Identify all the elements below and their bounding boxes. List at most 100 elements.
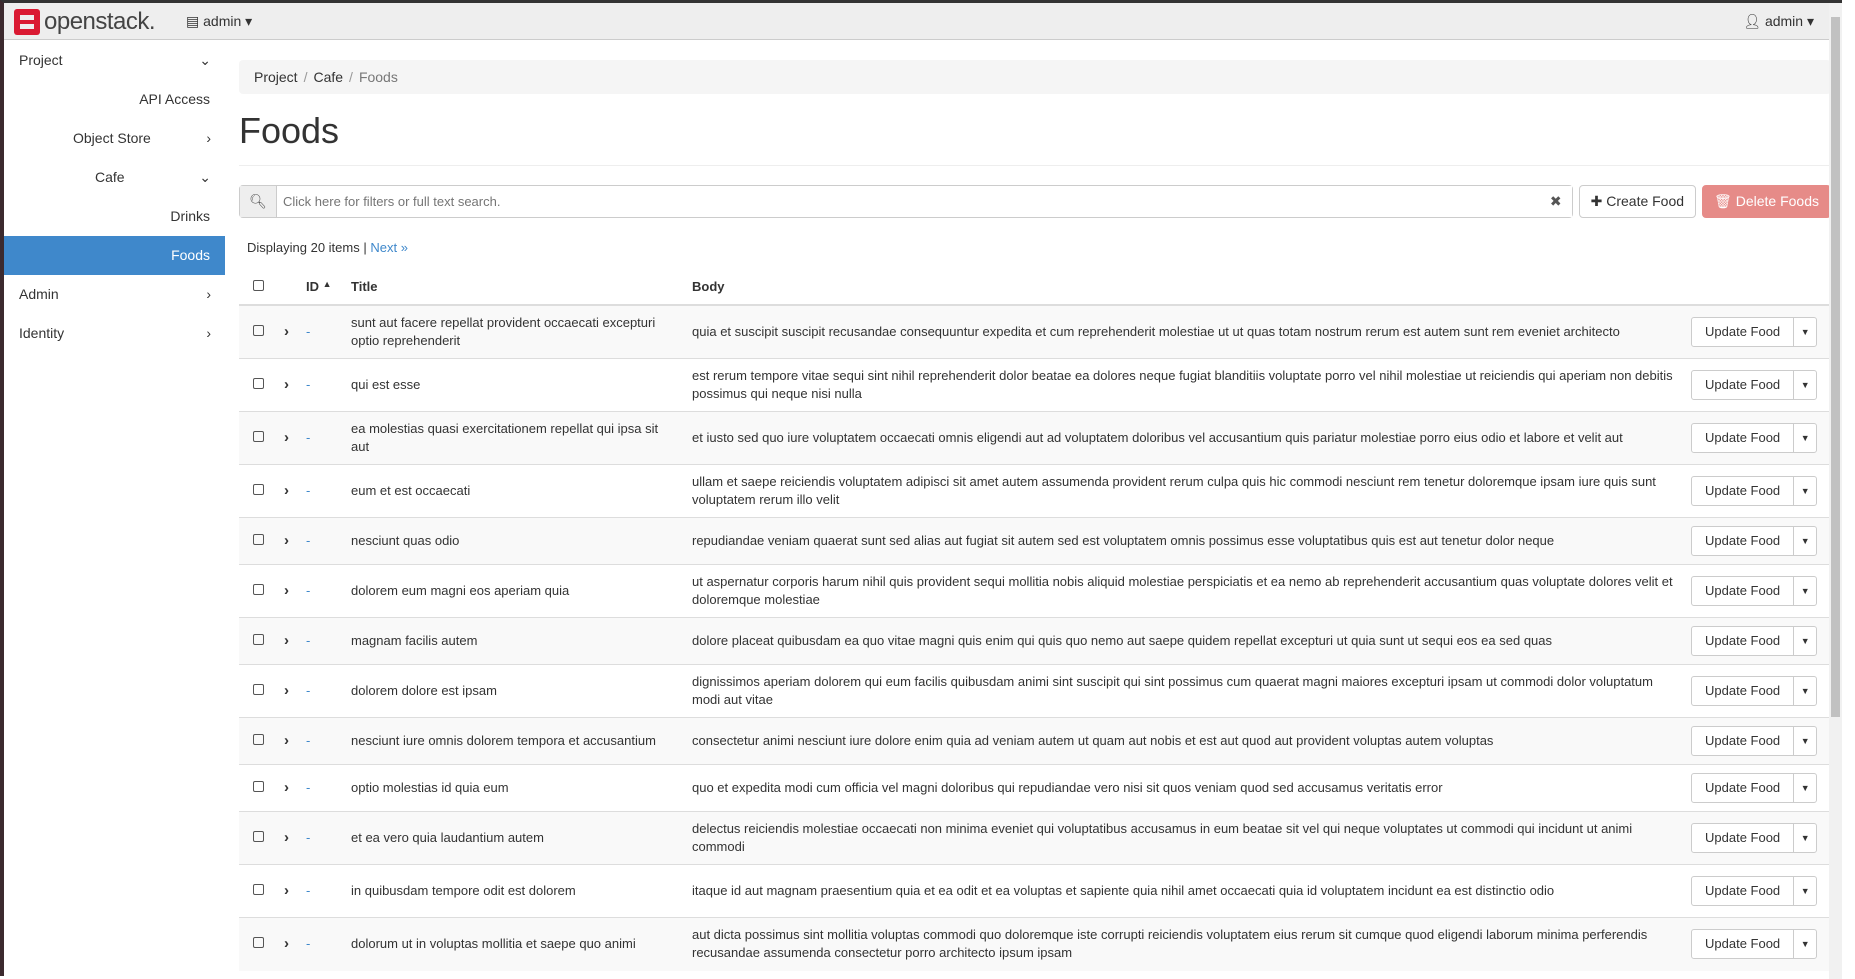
expand-row-chevron-icon[interactable]: ›	[284, 376, 289, 393]
row-actions-caret-icon[interactable]: ▼	[1794, 935, 1816, 953]
breadcrumb-cafe[interactable]: Cafe	[313, 69, 343, 85]
update-food-button[interactable]: Update Food	[1692, 877, 1795, 905]
column-body[interactable]: Body	[692, 269, 1691, 306]
expand-row-chevron-icon[interactable]: ›	[284, 429, 289, 446]
update-food-button[interactable]: Update Food	[1692, 727, 1795, 755]
row-actions-caret-icon[interactable]: ▼	[1794, 532, 1816, 550]
sort-asc-icon: ▲	[322, 279, 332, 289]
update-food-button[interactable]: Update Food	[1692, 371, 1795, 399]
trash-icon: 🗑︎	[1714, 193, 1732, 209]
expand-row-chevron-icon[interactable]: ›	[284, 682, 289, 699]
row-id[interactable]: -	[306, 780, 310, 795]
row-checkbox[interactable]	[253, 937, 264, 949]
update-food-button[interactable]: Update Food	[1692, 318, 1795, 346]
row-actions-caret-icon[interactable]: ▼	[1794, 323, 1816, 341]
expand-row-chevron-icon[interactable]: ›	[284, 323, 289, 340]
row-id[interactable]: -	[306, 830, 310, 845]
update-food-button[interactable]: Update Food	[1692, 527, 1795, 555]
row-checkbox[interactable]	[253, 431, 264, 442]
update-food-button[interactable]: Update Food	[1692, 627, 1795, 655]
row-actions-caret-icon[interactable]: ▼	[1794, 682, 1816, 700]
column-title[interactable]: Title	[351, 269, 692, 306]
sidebar-item-project[interactable]: Project ⌄	[4, 41, 225, 80]
project-name: admin	[203, 13, 242, 29]
row-checkbox[interactable]	[253, 884, 264, 895]
update-food-button[interactable]: Update Food	[1692, 677, 1795, 705]
expand-row-chevron-icon[interactable]: ›	[284, 532, 289, 549]
create-food-button[interactable]: ✚ Create Food	[1578, 185, 1697, 218]
row-actions-caret-icon[interactable]: ▼	[1794, 429, 1816, 447]
row-id[interactable]: -	[306, 483, 310, 498]
select-all-checkbox[interactable]	[253, 280, 264, 291]
user-icon: 👤︎	[1743, 13, 1762, 29]
sidebar-item-object-store[interactable]: Object Store ›	[4, 119, 225, 158]
expand-row-chevron-icon[interactable]: ›	[284, 482, 289, 499]
sidebar-item-admin[interactable]: Admin ›	[4, 275, 225, 314]
user-menu[interactable]: 👤︎ admin ▾	[1743, 13, 1814, 30]
search-input[interactable]	[277, 186, 1572, 217]
update-food-button-group: Update Food ▼	[1691, 773, 1818, 803]
column-id[interactable]: ID ▲	[306, 269, 351, 306]
row-checkbox[interactable]	[253, 634, 264, 645]
row-actions-caret-icon[interactable]: ▼	[1794, 632, 1816, 650]
row-checkbox[interactable]	[253, 534, 264, 545]
openstack-logo-icon	[14, 9, 40, 35]
expand-row-chevron-icon[interactable]: ›	[284, 582, 289, 599]
update-food-button[interactable]: Update Food	[1692, 930, 1795, 959]
expand-row-chevron-icon[interactable]: ›	[284, 829, 289, 846]
row-actions-caret-icon[interactable]: ▼	[1794, 482, 1816, 500]
row-id[interactable]: -	[306, 377, 310, 392]
page-scrollbar[interactable]	[1829, 3, 1842, 979]
update-food-button[interactable]: Update Food	[1692, 424, 1795, 452]
breadcrumb-project[interactable]: Project	[254, 69, 298, 85]
row-actions-caret-icon[interactable]: ▼	[1794, 376, 1816, 394]
sidebar-item-label: Drinks	[170, 208, 210, 224]
sidebar-item-identity[interactable]: Identity ›	[4, 314, 225, 353]
row-actions-caret-icon[interactable]: ▼	[1794, 779, 1816, 797]
expand-row-chevron-icon[interactable]: ›	[284, 882, 289, 899]
openstack-logo[interactable]: openstack.	[14, 8, 156, 36]
row-actions-caret-icon[interactable]: ▼	[1794, 582, 1816, 600]
project-selector[interactable]: ▤ admin ▾	[186, 13, 252, 30]
update-food-button[interactable]: Update Food	[1692, 477, 1795, 505]
create-food-label: Create Food	[1606, 193, 1685, 209]
expand-row-chevron-icon[interactable]: ›	[284, 632, 289, 649]
row-checkbox[interactable]	[253, 831, 264, 842]
row-id[interactable]: -	[306, 683, 310, 698]
row-actions-caret-icon[interactable]: ▼	[1794, 882, 1816, 900]
row-id[interactable]: -	[306, 733, 310, 748]
clear-search-icon[interactable]: ✖	[1550, 193, 1562, 210]
sidebar-item-foods[interactable]: Foods	[4, 236, 225, 275]
row-checkbox[interactable]	[253, 684, 264, 695]
update-food-button-group: Update Food ▼	[1691, 823, 1818, 853]
expand-row-chevron-icon[interactable]: ›	[284, 779, 289, 796]
expand-row-chevron-icon[interactable]: ›	[284, 732, 289, 749]
row-id[interactable]: -	[306, 583, 310, 598]
table-row: › - nesciunt quas odio repudiandae venia…	[239, 517, 1831, 565]
row-id[interactable]: -	[306, 633, 310, 648]
update-food-button[interactable]: Update Food	[1692, 824, 1795, 852]
row-id[interactable]: -	[306, 430, 310, 445]
sidebar-item-api-access[interactable]: API Access	[4, 80, 225, 119]
update-food-button[interactable]: Update Food	[1692, 577, 1795, 605]
sidebar-item-cafe[interactable]: Cafe ⌄	[4, 158, 225, 197]
expand-row-chevron-icon[interactable]: ›	[284, 935, 289, 952]
row-checkbox[interactable]	[253, 378, 264, 389]
row-id[interactable]: -	[306, 324, 310, 339]
update-food-button[interactable]: Update Food	[1692, 774, 1795, 802]
row-actions-caret-icon[interactable]: ▼	[1794, 732, 1816, 750]
row-id[interactable]: -	[306, 936, 310, 951]
row-id[interactable]: -	[306, 533, 310, 548]
sidebar-item-drinks[interactable]: Drinks	[4, 197, 225, 236]
scrollbar-thumb[interactable]	[1831, 17, 1840, 717]
row-checkbox[interactable]	[253, 484, 264, 495]
row-checkbox[interactable]	[253, 584, 264, 595]
caret-down-icon: ▾	[1806, 13, 1814, 29]
row-checkbox[interactable]	[253, 781, 264, 792]
row-id[interactable]: -	[306, 883, 310, 898]
row-actions-caret-icon[interactable]: ▼	[1794, 829, 1816, 847]
delete-foods-button[interactable]: 🗑︎ Delete Foods	[1702, 185, 1831, 218]
row-checkbox[interactable]	[253, 325, 264, 336]
next-page-link[interactable]: Next »	[370, 240, 408, 255]
row-checkbox[interactable]	[253, 734, 264, 745]
